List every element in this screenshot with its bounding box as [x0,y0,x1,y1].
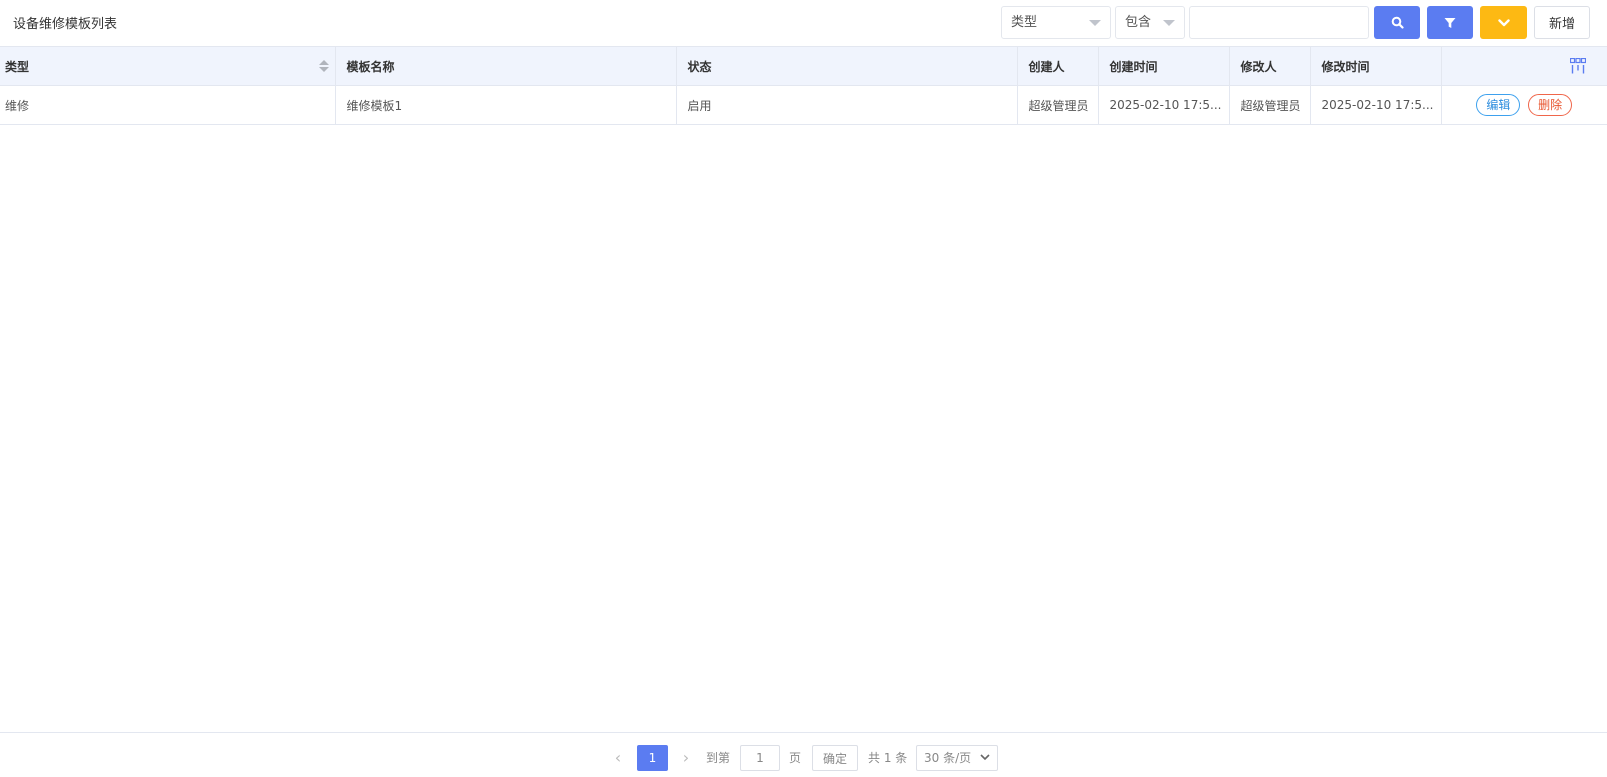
column-header-actions [1441,46,1607,86]
page-unit-label: 页 [789,751,802,765]
filter-button[interactable] [1427,6,1473,39]
column-header-creator: 创建人 [1017,46,1099,86]
search-input[interactable] [1189,6,1369,39]
page-title: 设备维修模板列表 [13,17,118,32]
condition-select-value: 包含 [1125,15,1152,30]
pagination-footer: ‹ 1 › 到第 页 确定 共 1 条 30 条/页 [0,732,1607,777]
caret-down-icon [1163,20,1175,26]
search-button[interactable] [1374,6,1420,39]
add-button[interactable]: 新增 [1534,6,1590,39]
column-header-modified-at: 修改时间 [1310,46,1442,86]
condition-select[interactable]: 包含 [1115,6,1185,39]
field-type-select[interactable]: 类型 [1001,6,1111,39]
page-number-current[interactable]: 1 [637,745,668,771]
column-header-status: 状态 [676,46,1018,86]
table-header-row: 类型 模板名称 状态 创建人 创建时间 修改人 修改时间 [0,46,1607,86]
column-header-created-at: 创建时间 [1098,46,1230,86]
expand-button[interactable] [1480,6,1527,39]
cell-creator: 超级管理员 [1017,85,1099,125]
table-row[interactable]: 维修 维修模板1 启用 超级管理员 2025-02-10 17:5... 超级管… [0,85,1607,125]
pagination: ‹ 1 › 到第 页 确定 共 1 条 30 条/页 [0,745,1607,771]
page-header: 设备维修模板列表 类型 包含 新增 [0,0,1607,46]
goto-label: 到第 [706,751,731,765]
column-header-label: 类型 [5,59,30,74]
cell-modified-at: 2025-02-10 17:5... [1310,85,1442,125]
column-header-modifier: 修改人 [1229,46,1311,86]
cell-status: 启用 [676,85,1018,125]
cell-name: 维修模板1 [335,85,677,125]
cell-modifier: 超级管理员 [1229,85,1311,125]
goto-confirm-button[interactable]: 确定 [812,745,858,771]
prev-page-icon[interactable]: ‹ [610,745,626,771]
delete-button[interactable]: 删除 [1528,94,1573,116]
column-header-name: 模板名称 [335,46,677,86]
column-header-type[interactable]: 类型 [0,46,336,86]
next-page-icon[interactable]: › [678,745,694,771]
field-type-select-value: 类型 [1011,15,1038,30]
edit-button[interactable]: 编辑 [1476,94,1521,116]
caret-down-icon [1089,20,1101,26]
chevron-down-icon [980,754,990,761]
cell-type: 维修 [0,85,336,125]
search-icon [1391,16,1404,29]
chevron-down-icon [1497,18,1510,26]
filter-icon [1444,17,1456,28]
cell-created-at: 2025-02-10 17:5... [1098,85,1230,125]
page-size-select[interactable]: 30 条/页 [916,745,998,771]
template-table: 类型 模板名称 状态 创建人 创建时间 修改人 修改时间 维修 维修模板1 启用… [0,46,1607,125]
goto-page-input[interactable] [740,745,780,771]
page-size-value: 30 条/页 [924,751,972,765]
cell-actions: 编辑 删除 [1441,85,1607,125]
column-settings-icon[interactable] [1570,58,1586,74]
total-count: 共 1 条 [868,751,908,765]
sort-icon[interactable] [318,60,329,74]
